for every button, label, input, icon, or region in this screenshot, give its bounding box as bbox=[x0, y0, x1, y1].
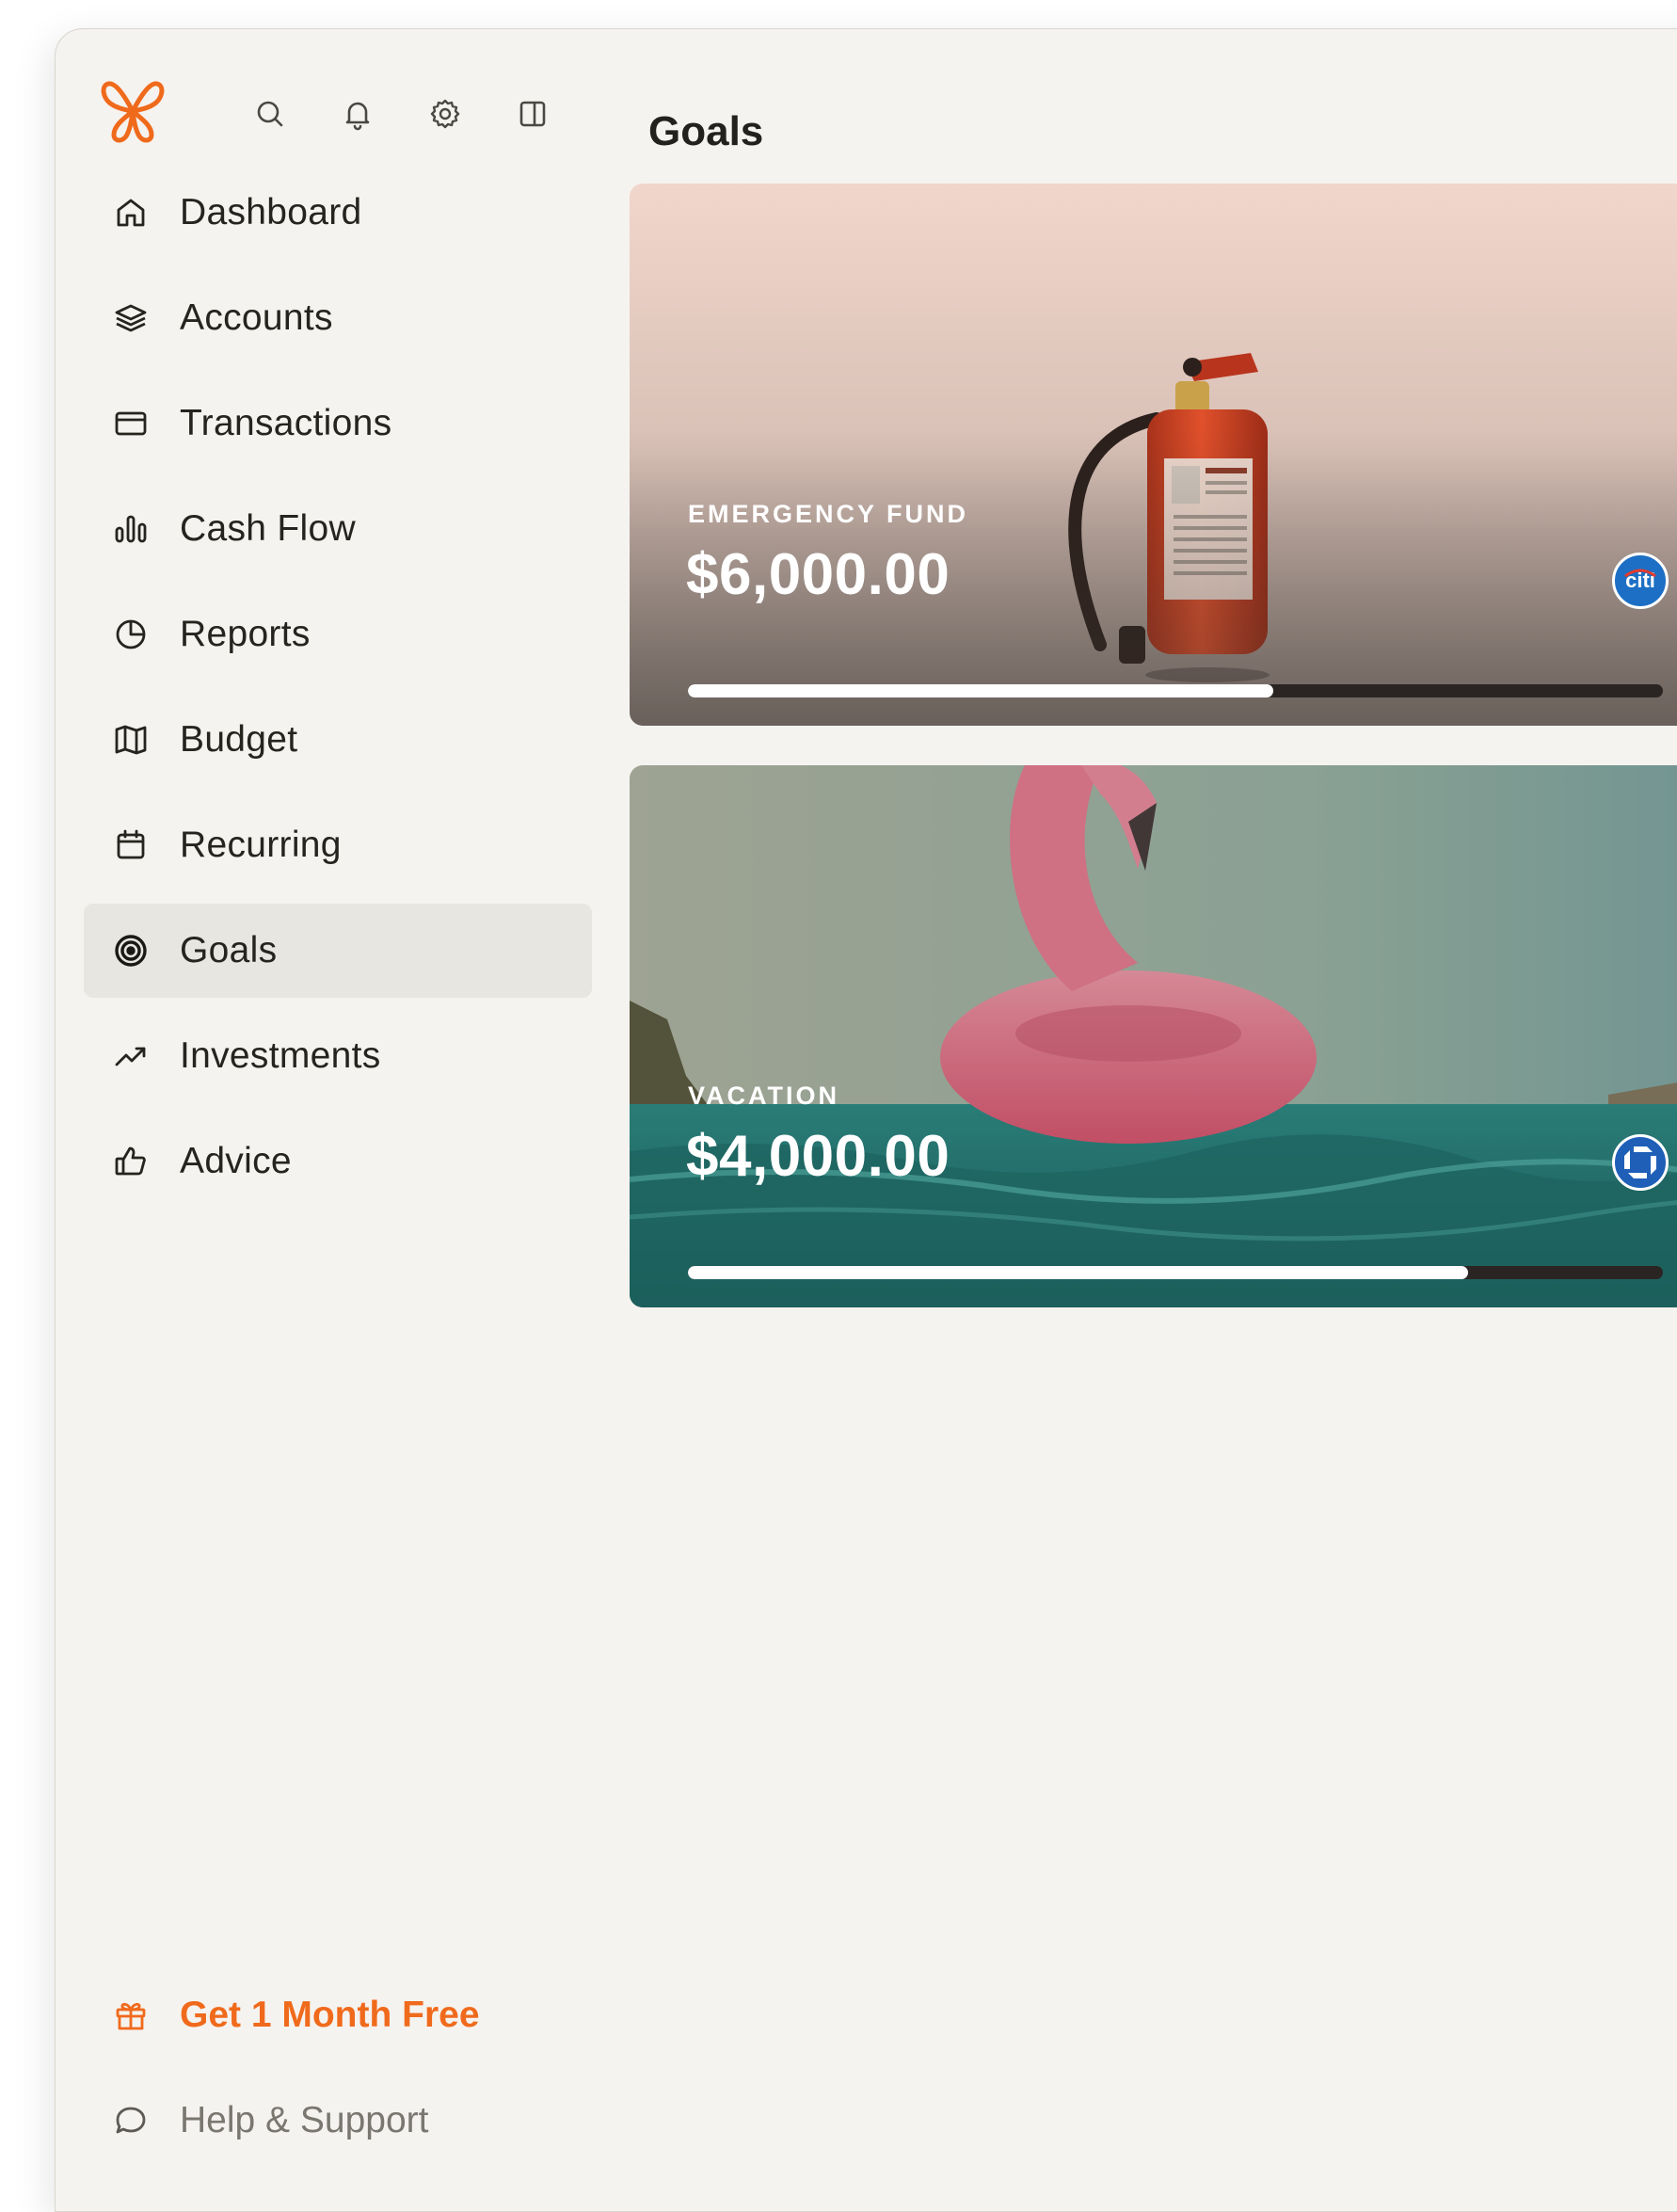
sidebar-item-transactions[interactable]: Transactions bbox=[84, 377, 592, 471]
search-icon[interactable] bbox=[251, 95, 289, 133]
trending-up-icon bbox=[110, 1035, 152, 1077]
sidebar: Dashboard Accounts Transactions Cash Flo… bbox=[56, 29, 620, 2211]
goal-progress-fill bbox=[688, 684, 1273, 697]
help-label: Help & Support bbox=[180, 2100, 429, 2140]
sidebar-item-label: Accounts bbox=[180, 297, 333, 338]
calendar-icon bbox=[110, 825, 152, 866]
gear-icon[interactable] bbox=[426, 95, 464, 133]
sidebar-item-label: Recurring bbox=[180, 825, 342, 865]
sidebar-item-budget[interactable]: Budget bbox=[84, 693, 592, 787]
goal-progress-bar bbox=[688, 684, 1663, 697]
sidebar-item-label: Investments bbox=[180, 1035, 381, 1076]
layers-icon bbox=[110, 297, 152, 339]
sidebar-item-accounts[interactable]: Accounts bbox=[84, 271, 592, 365]
goal-progress-fill bbox=[688, 1266, 1468, 1279]
sidebar-item-label: Transactions bbox=[180, 403, 392, 443]
sidebar-item-goals[interactable]: Goals bbox=[84, 904, 592, 998]
sidebar-item-reports[interactable]: Reports bbox=[84, 587, 592, 681]
sidebar-item-recurring[interactable]: Recurring bbox=[84, 798, 592, 892]
sidebar-item-label: Advice bbox=[180, 1141, 292, 1181]
sidebar-nav: Dashboard Accounts Transactions Cash Flo… bbox=[84, 166, 592, 1220]
promo-link[interactable]: Get 1 Month Free bbox=[84, 1968, 592, 2062]
goal-progress-bar bbox=[688, 1266, 1663, 1279]
flamingo-float-image bbox=[630, 765, 1677, 1307]
sidebar-item-dashboard[interactable]: Dashboard bbox=[84, 166, 592, 260]
sidebar-item-label: Budget bbox=[180, 719, 298, 760]
sidebar-item-cash-flow[interactable]: Cash Flow bbox=[84, 482, 592, 576]
sidebar-item-investments[interactable]: Investments bbox=[84, 1009, 592, 1103]
fire-extinguisher-image bbox=[630, 184, 1677, 726]
citi-bank-logo: citi bbox=[1612, 553, 1669, 609]
chat-bubble-icon bbox=[110, 2100, 152, 2141]
page-title: Goals bbox=[648, 108, 764, 154]
thumbs-up-icon bbox=[110, 1141, 152, 1182]
home-icon bbox=[110, 192, 152, 233]
goal-card-vacation[interactable]: VACATION $4,000.00 bbox=[630, 765, 1677, 1307]
target-icon bbox=[110, 930, 152, 971]
goal-card-emergency-fund[interactable]: EMERGENCY FUND $6,000.00 citi bbox=[630, 184, 1677, 726]
goal-name: VACATION bbox=[688, 1082, 839, 1110]
bell-icon[interactable] bbox=[339, 95, 376, 133]
sidebar-footer: Get 1 Month Free Help & Support bbox=[84, 1968, 592, 2179]
sidebar-item-label: Cash Flow bbox=[180, 508, 356, 549]
butterfly-logo[interactable] bbox=[99, 76, 167, 146]
goal-amount: $4,000.00 bbox=[686, 1124, 950, 1189]
topbar bbox=[99, 76, 626, 152]
promo-label: Get 1 Month Free bbox=[180, 1995, 480, 2035]
pie-chart-icon bbox=[110, 614, 152, 655]
bar-chart-icon bbox=[110, 508, 152, 550]
gift-icon bbox=[110, 1995, 152, 2036]
help-support-link[interactable]: Help & Support bbox=[84, 2074, 592, 2168]
sidebar-item-label: Dashboard bbox=[180, 192, 362, 232]
map-icon bbox=[110, 719, 152, 761]
goal-name: EMERGENCY FUND bbox=[688, 500, 969, 528]
sidebar-item-label: Reports bbox=[180, 614, 311, 654]
app-window: Dashboard Accounts Transactions Cash Flo… bbox=[55, 28, 1677, 2212]
goal-amount: $6,000.00 bbox=[686, 542, 950, 607]
sidebar-toggle-icon[interactable] bbox=[514, 95, 551, 133]
chase-bank-logo bbox=[1612, 1134, 1669, 1191]
sidebar-item-advice[interactable]: Advice bbox=[84, 1114, 592, 1209]
sidebar-item-label: Goals bbox=[180, 930, 278, 970]
credit-card-icon bbox=[110, 403, 152, 444]
